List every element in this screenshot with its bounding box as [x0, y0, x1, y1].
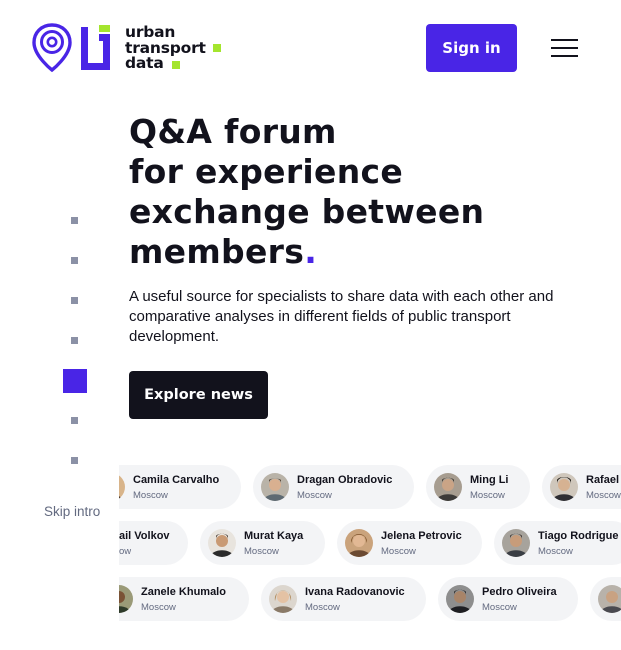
member-city: Moscow: [470, 490, 505, 501]
avatar: [261, 473, 289, 501]
title-line: exchange between: [129, 192, 485, 231]
explore-news-button[interactable]: Explore news: [129, 371, 268, 419]
member-chip[interactable]: Pedro Oliveira Moscow: [438, 577, 578, 621]
member-name: ail Volkov: [119, 530, 170, 542]
member-chip[interactable]: Jelena Petrovic Moscow: [337, 521, 482, 565]
member-chip[interactable]: Ivana Radovanovic Moscow: [261, 577, 426, 621]
avatar: [446, 585, 474, 613]
avatar: [550, 473, 578, 501]
logo-wordmark: urban transport data: [125, 24, 206, 72]
member-name: Murat Kaya: [244, 530, 304, 542]
logo-mark: [32, 23, 110, 73]
member-city: Moscow: [381, 546, 416, 557]
avatar: [208, 529, 236, 557]
member-chip[interactable]: Rafael Moscow: [542, 465, 621, 509]
intro-text: A useful source for specialists to share…: [129, 288, 554, 345]
member-city: Moscow: [586, 490, 621, 501]
member-name: Rafael: [586, 474, 620, 486]
sign-in-button[interactable]: Sign in: [426, 24, 517, 72]
title-dot: .: [304, 232, 318, 271]
pager-dot[interactable]: [71, 337, 78, 344]
member-chip[interactable]: Tiago Rodrigue Moscow: [494, 521, 621, 565]
pager-dot[interactable]: [71, 457, 78, 464]
member-chip[interactable]: ail Volkov ow: [119, 521, 188, 565]
avatar: [119, 473, 125, 501]
skip-intro-link[interactable]: Skip intro: [44, 504, 100, 519]
member-city: ow: [119, 546, 132, 557]
logo[interactable]: urban transport data: [32, 23, 224, 73]
member-name: Camila Carvalho: [133, 474, 220, 486]
member-chip[interactable]: Murat Kaya Moscow: [200, 521, 325, 565]
members-carousel: Camila Carvalho Moscow Dragan Obradovic …: [119, 463, 621, 623]
title-line: for experience: [129, 152, 404, 191]
member-chip[interactable]: Camila Carvalho Moscow: [119, 465, 241, 509]
pager-dot-active[interactable]: [63, 369, 87, 393]
member-chip[interactable]: [590, 577, 621, 621]
page-title: Q&A forum for experience exchange betwee…: [129, 112, 589, 272]
member-name: Ming Li: [470, 474, 509, 486]
avatar: [502, 529, 530, 557]
member-chip[interactable]: Dragan Obradovic Moscow: [253, 465, 414, 509]
avatar: [119, 585, 133, 613]
member-city: Moscow: [244, 546, 279, 557]
title-line: members.: [129, 232, 589, 272]
member-city: Moscow: [305, 602, 340, 613]
member-name: Dragan Obradovic: [297, 474, 393, 486]
avatar: [598, 585, 621, 613]
title-line-text: members: [129, 232, 305, 271]
member-name: Ivana Radovanovic: [305, 586, 405, 598]
member-city: Moscow: [482, 602, 517, 613]
member-chip[interactable]: Zanele Khumalo Moscow: [119, 577, 249, 621]
pager-dot[interactable]: [71, 217, 78, 224]
avatar: [269, 585, 297, 613]
member-name: Zanele Khumalo: [141, 586, 226, 598]
member-name: Tiago Rodrigue: [538, 530, 619, 542]
avatar: [434, 473, 462, 501]
member-chip[interactable]: Ming Li Moscow: [426, 465, 530, 509]
logo-accent-square: [172, 61, 180, 69]
title-line: Q&A forum: [129, 112, 337, 151]
pager-dot[interactable]: [71, 417, 78, 424]
member-name: Pedro Oliveira: [482, 586, 557, 598]
member-city: Moscow: [141, 602, 176, 613]
hamburger-menu-icon[interactable]: [551, 39, 579, 59]
logo-accent-square: [213, 44, 221, 52]
pager-dot[interactable]: [71, 297, 78, 304]
member-name: Jelena Petrovic: [381, 530, 462, 542]
member-city: Moscow: [133, 490, 168, 501]
slide-pager: [63, 207, 87, 471]
pager-dot[interactable]: [71, 257, 78, 264]
member-city: Moscow: [538, 546, 573, 557]
member-city: Moscow: [297, 490, 332, 501]
avatar: [345, 529, 373, 557]
logo-line-data: data: [125, 54, 164, 72]
